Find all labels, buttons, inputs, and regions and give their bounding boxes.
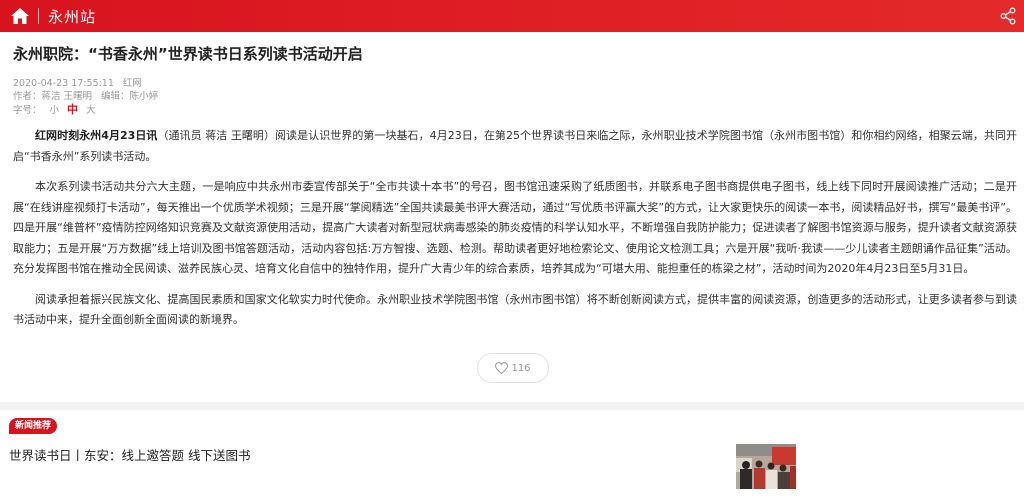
- editor: 陈小婷: [129, 90, 159, 102]
- site-name[interactable]: 永州站: [48, 6, 96, 27]
- like-button[interactable]: 116: [477, 353, 549, 383]
- paragraph-1-text: （通讯员 蒋洁 王曙明）阅读是认识世界的第一块基石，4月23日，在第25个世界读…: [13, 129, 1017, 163]
- font-size-label: 字号：: [13, 105, 42, 116]
- article-title: 永州职院：“书香永州”世界读书日系列读书活动开启: [13, 45, 363, 63]
- home-icon[interactable]: [11, 7, 29, 25]
- article-meta-authors: 作者：蒋洁 王曙明 编辑：陈小婷: [13, 91, 1017, 104]
- top-navigation-bar: 永州站: [0, 0, 1024, 32]
- font-size-small[interactable]: 小: [50, 104, 60, 117]
- section-divider: [0, 402, 1024, 410]
- share-icon[interactable]: [1000, 7, 1016, 25]
- article: 永州职院：“书香永州”世界读书日系列读书活动开启 2020-04-23 17:5…: [13, 32, 1017, 341]
- paragraph-3: 阅读承担着振兴民族文化、提高国民素质和国家文化软实力时代使命。永州职业技术学院图…: [13, 292, 1017, 327]
- heart-icon: [495, 362, 509, 374]
- paragraph-1: 红网时刻永州4月23日讯（通讯员 蒋洁 王曙明）阅读是认识世界的第一块基石，4月…: [13, 126, 1017, 167]
- recommend-item-thumbnail[interactable]: [736, 444, 796, 489]
- paragraph-lead: 红网时刻永州4月23日讯: [35, 129, 158, 142]
- font-size-medium[interactable]: 中: [67, 103, 78, 116]
- editor-label: 编辑：: [101, 90, 130, 102]
- article-meta-time: 2020-04-23 17:55:11 红网: [13, 78, 1017, 91]
- paragraph-2: 本次系列读书活动共分六大主题，一是响应中共永州市委宣传部关于“全市共读十本书”的…: [13, 180, 1017, 275]
- font-size-selector: 字号： 小 中 大: [13, 103, 1017, 117]
- font-size-large[interactable]: 大: [86, 104, 96, 117]
- header-divider: [38, 8, 39, 24]
- publish-datetime: 2020-04-23 17:55:11: [13, 78, 114, 89]
- authors: 蒋洁 王曙明: [41, 90, 93, 102]
- recommend-item-title[interactable]: 世界读书日丨东安：线上邀答题 线下送图书: [9, 445, 250, 464]
- recommend-badge: 新闻推荐: [9, 418, 58, 434]
- article-body: 红网时刻永州4月23日讯（通讯员 蒋洁 王曙明）阅读是认识世界的第一块基石，4月…: [13, 126, 1017, 331]
- source-name: 红网: [122, 78, 142, 89]
- like-count: 116: [511, 362, 531, 374]
- authors-label: 作者：: [13, 90, 42, 102]
